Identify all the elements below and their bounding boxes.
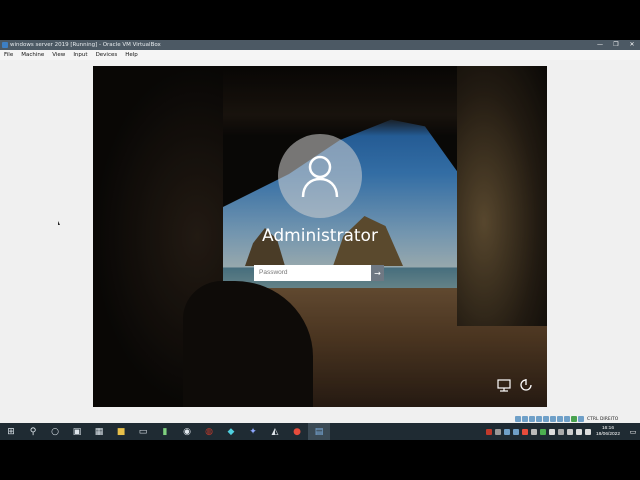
shared-folder-icon[interactable] <box>550 416 556 422</box>
password-field-group: Password → <box>254 265 384 281</box>
clock-date: 18/06/2022 <box>595 431 620 437</box>
folder-icon: ■ <box>116 426 126 437</box>
recording-icon[interactable] <box>564 416 570 422</box>
tray-app-icon[interactable] <box>503 428 510 435</box>
notifications-button[interactable]: ▭ <box>626 428 640 436</box>
network-adapter-icon[interactable] <box>536 416 542 422</box>
window-title: windows server 2019 [Running] - Oracle V… <box>10 42 161 48</box>
media-icon: ◉ <box>183 426 191 437</box>
submit-arrow-button[interactable]: → <box>371 265 384 281</box>
vm-display[interactable]: Administrator Password → <box>93 66 547 407</box>
hdd-icon[interactable] <box>515 416 521 422</box>
tray-app-icon[interactable] <box>512 428 519 435</box>
taskbar-app-calculator[interactable]: ▦ <box>88 423 110 440</box>
menu-help[interactable]: Help <box>121 50 142 60</box>
taskbar-app-game[interactable]: ✦ <box>242 423 264 440</box>
mouse-integration-icon[interactable] <box>578 416 584 422</box>
video-letterbox-bottom <box>0 440 640 480</box>
network-icon <box>497 378 511 392</box>
tray-app-icon[interactable] <box>485 428 492 435</box>
diamond-icon: ◆ <box>227 426 235 437</box>
game-icon: ✦ <box>249 426 257 437</box>
tray-app-icon[interactable] <box>566 428 573 435</box>
virtualbox-window: windows server 2019 [Running] - Oracle V… <box>0 40 640 440</box>
app-icon: ◍ <box>205 426 213 437</box>
window-titlebar[interactable]: windows server 2019 [Running] - Oracle V… <box>0 40 640 50</box>
mouse-cursor <box>58 221 60 225</box>
circle-icon: ○ <box>51 426 59 437</box>
power-icon <box>520 379 532 391</box>
wifi-icon[interactable] <box>584 428 591 435</box>
calculator-icon: ▦ <box>94 426 104 437</box>
store-icon: ▣ <box>72 426 82 437</box>
maximize-button[interactable]: ❐ <box>608 40 624 50</box>
recorder-icon: ● <box>293 426 301 437</box>
menu-devices[interactable]: Devices <box>92 50 122 60</box>
taskbar-app-store[interactable]: ▣ <box>66 423 88 440</box>
username-label: Administrator <box>262 226 378 246</box>
taskbar-app-media[interactable]: ◉ <box>176 423 198 440</box>
arrow-right-icon: → <box>374 268 381 278</box>
power-button[interactable] <box>519 378 533 392</box>
search-icon: ⚲ <box>29 426 37 437</box>
virtualbox-icon: ▤ <box>314 426 324 437</box>
tray-app-icon[interactable] <box>548 428 555 435</box>
volume-icon[interactable] <box>575 428 582 435</box>
taskbar-app-virtualbox[interactable]: ▤ <box>308 423 330 440</box>
optical-drive-icon[interactable] <box>522 416 528 422</box>
audio-icon[interactable] <box>529 416 535 422</box>
host-key-label: CTRL DIREITO <box>587 416 619 422</box>
cpu-icon[interactable] <box>571 416 577 422</box>
password-input[interactable]: Password <box>254 265 371 281</box>
virtualbox-icon <box>2 42 8 48</box>
tray-app-icon[interactable] <box>521 428 528 435</box>
task-view-button[interactable]: ○ <box>44 423 66 440</box>
start-button[interactable]: ⊞ <box>0 423 22 440</box>
system-tray: 16:16 18/06/2022 ▭ <box>485 423 640 440</box>
terminal-icon: ▭ <box>138 426 148 437</box>
windows-taskbar: ⊞ ⚲ ○ ▣ ▦ ■ ▭ ▮ ◉ ◍ ◆ ✦ ◭ ● ▤ 16:16 18/0… <box>0 423 640 440</box>
message-icon: ▭ <box>629 427 637 436</box>
tray-app-icon[interactable] <box>539 428 546 435</box>
menu-bar: File Machine View Input Devices Help <box>0 50 640 60</box>
display-icon[interactable] <box>557 416 563 422</box>
menu-input[interactable]: Input <box>69 50 91 60</box>
taskbar-app-network[interactable]: ◭ <box>264 423 286 440</box>
network-app-icon: ◭ <box>271 426 279 437</box>
network-button[interactable] <box>497 378 511 392</box>
search-button[interactable]: ⚲ <box>22 423 44 440</box>
tray-app-icon[interactable] <box>530 428 537 435</box>
taskbar-clock[interactable]: 16:16 18/06/2022 <box>596 426 620 438</box>
minimize-button[interactable]: — <box>592 40 608 50</box>
tray-app-icon[interactable] <box>494 428 501 435</box>
user-icon <box>301 155 339 198</box>
video-letterbox-top <box>0 0 640 40</box>
windows-icon: ⊞ <box>7 426 15 437</box>
menu-machine[interactable]: Machine <box>17 50 48 60</box>
taskbar-app-diamond[interactable]: ◆ <box>220 423 242 440</box>
taskbar-app-terminal[interactable]: ▭ <box>132 423 154 440</box>
close-button[interactable]: ✕ <box>624 40 640 50</box>
taskbar-app-explorer[interactable]: ■ <box>110 423 132 440</box>
notepad-icon: ▮ <box>162 426 168 437</box>
menu-file[interactable]: File <box>0 50 17 60</box>
usb-icon[interactable] <box>543 416 549 422</box>
tray-app-icon[interactable] <box>557 428 564 435</box>
user-avatar <box>278 134 362 218</box>
taskbar-app-red[interactable]: ◍ <box>198 423 220 440</box>
taskbar-app-recorder[interactable]: ● <box>286 423 308 440</box>
taskbar-app-notepad[interactable]: ▮ <box>154 423 176 440</box>
menu-view[interactable]: View <box>48 50 69 60</box>
